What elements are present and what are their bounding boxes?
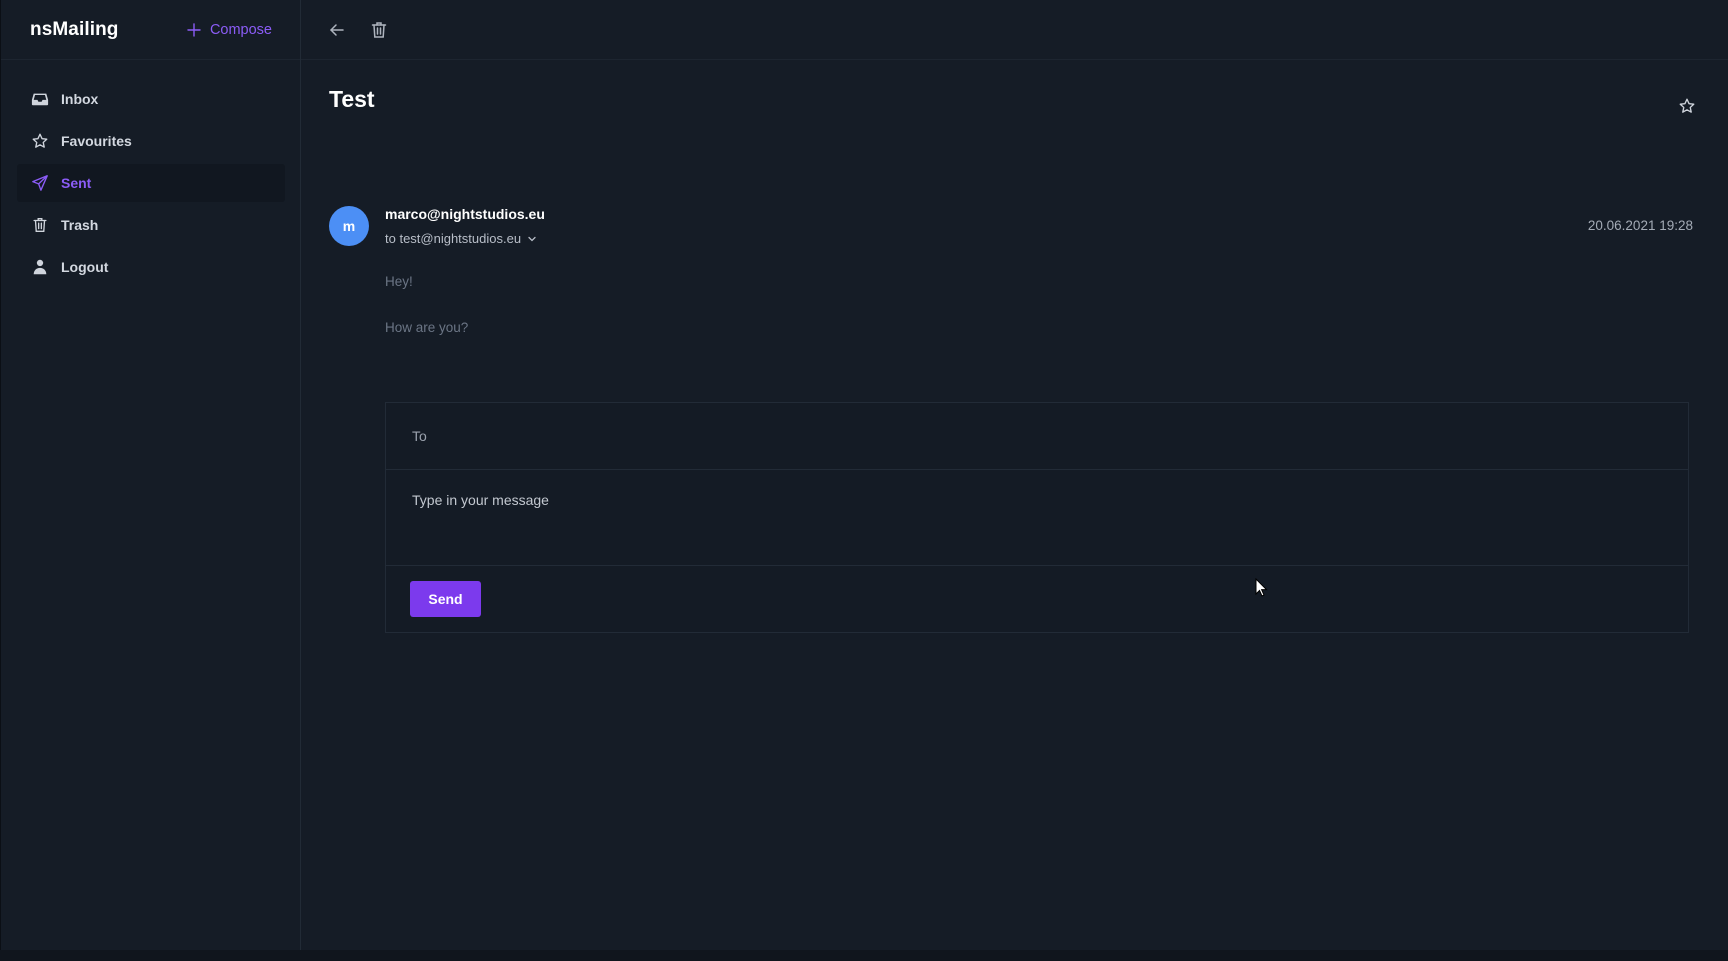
favourite-button[interactable] — [1678, 97, 1698, 117]
send-button[interactable]: Send — [410, 581, 481, 617]
reply-to-row — [386, 403, 1688, 470]
reply-form: Send — [385, 402, 1689, 633]
sidebar-item-label: Logout — [61, 259, 109, 275]
sidebar-item-sent[interactable]: Sent — [17, 164, 285, 202]
message-view: Test m marco@nightstudios.eu to test@nig… — [301, 0, 1728, 950]
message-subject: Test — [329, 86, 375, 112]
trash-icon — [33, 218, 47, 232]
back-button[interactable] — [325, 18, 349, 42]
delete-button[interactable] — [367, 18, 391, 42]
star-icon — [1679, 98, 1695, 113]
mail-app: nsMailing Compose Inbox Favourites Sent … — [0, 0, 1728, 950]
reply-actions: Send — [386, 566, 1688, 632]
sidebar-item-trash[interactable]: Trash — [17, 206, 285, 244]
sidebar-item-label: Sent — [61, 175, 92, 191]
compose-button[interactable]: Compose — [186, 22, 272, 38]
chevron-down-icon[interactable] — [527, 234, 537, 244]
inbox-icon — [31, 93, 49, 106]
sidebar: nsMailing Compose Inbox Favourites Sent … — [1, 0, 301, 950]
compose-label: Compose — [209, 21, 272, 38]
message-body-line: How are you? — [385, 320, 469, 335]
user-icon — [33, 259, 47, 275]
message-date: 20.06.2021 19:28 — [1587, 218, 1693, 233]
brand-logo: nsMailing — [30, 18, 119, 40]
message-toolbar — [301, 0, 1728, 60]
sidebar-header: nsMailing Compose — [1, 0, 300, 60]
sender-email: marco@nightstudios.eu — [385, 206, 545, 222]
sidebar-item-label: Trash — [61, 217, 99, 233]
message-input[interactable] — [410, 490, 1664, 550]
message-body-line: Hey! — [385, 274, 413, 289]
send-icon — [32, 175, 48, 191]
sidebar-item-label: Inbox — [61, 91, 99, 107]
bottom-strip — [0, 950, 1728, 961]
to-input[interactable] — [410, 427, 1688, 445]
arrow-left-icon — [330, 23, 344, 36]
sidebar-item-favourites[interactable]: Favourites — [17, 122, 285, 160]
mouse-cursor — [1255, 578, 1268, 597]
star-icon — [32, 133, 48, 148]
trash-icon — [371, 21, 387, 38]
plus-icon — [187, 22, 201, 37]
sidebar-item-inbox[interactable]: Inbox — [17, 80, 285, 118]
avatar: m — [329, 206, 369, 246]
recipient-email: to test@nightstudios.eu — [385, 231, 522, 246]
recipient-line: to test@nightstudios.eu — [385, 231, 537, 246]
sidebar-item-logout[interactable]: Logout — [17, 248, 285, 286]
reply-message-row — [386, 470, 1688, 566]
sidebar-item-label: Favourites — [61, 133, 132, 149]
